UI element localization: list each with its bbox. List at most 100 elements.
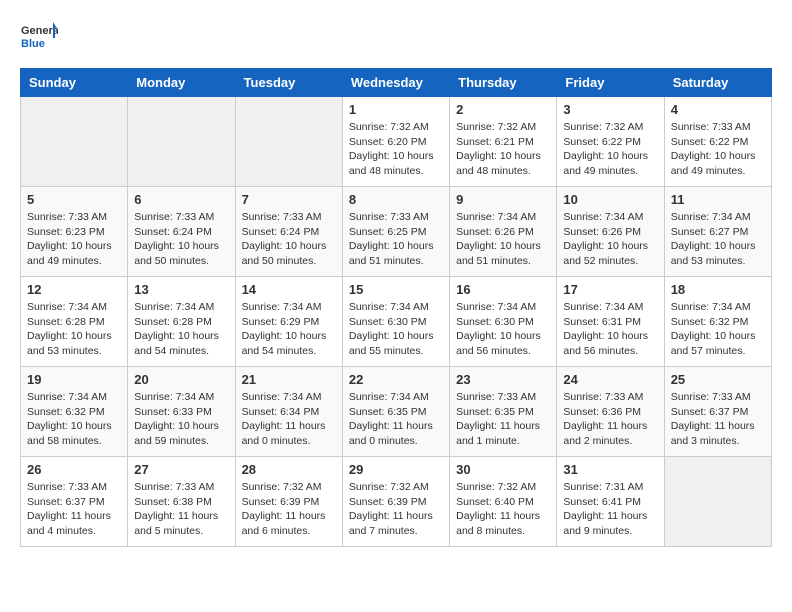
day-number: 29 [349,462,443,477]
calendar-week-1: 1 Sunrise: 7:32 AM Sunset: 6:20 PM Daylig… [21,97,772,187]
calendar-cell: 9 Sunrise: 7:34 AM Sunset: 6:26 PM Daylig… [450,187,557,277]
day-number: 16 [456,282,550,297]
day-info: Sunrise: 7:34 AM Sunset: 6:32 PM Dayligh… [671,300,765,359]
day-number: 28 [242,462,336,477]
calendar-cell: 29 Sunrise: 7:32 AM Sunset: 6:39 PM Dayli… [342,457,449,547]
calendar-cell: 1 Sunrise: 7:32 AM Sunset: 6:20 PM Daylig… [342,97,449,187]
calendar-cell: 22Sunrise: 7:34 AM Sunset: 6:35 PM Dayli… [342,367,449,457]
day-info: Sunrise: 7:34 AM Sunset: 6:28 PM Dayligh… [134,300,228,359]
day-number: 21 [242,372,336,387]
day-number: 5 [27,192,121,207]
day-number: 23 [456,372,550,387]
calendar-week-5: 26Sunrise: 7:33 AM Sunset: 6:37 PM Dayli… [21,457,772,547]
day-info: Sunrise: 7:33 AM Sunset: 6:23 PM Dayligh… [27,210,121,269]
day-info: Sunrise: 7:34 AM Sunset: 6:30 PM Dayligh… [349,300,443,359]
weekday-header-thursday: Thursday [450,69,557,97]
weekday-header-wednesday: Wednesday [342,69,449,97]
calendar-cell: 26Sunrise: 7:33 AM Sunset: 6:37 PM Dayli… [21,457,128,547]
calendar-week-3: 12 Sunrise: 7:34 AM Sunset: 6:28 PM Dayli… [21,277,772,367]
day-info: Sunrise: 7:33 AM Sunset: 6:24 PM Dayligh… [134,210,228,269]
day-number: 24 [563,372,657,387]
day-number: 13 [134,282,228,297]
calendar-week-4: 19 Sunrise: 7:34 AM Sunset: 6:32 PM Dayli… [21,367,772,457]
day-info: Sunrise: 7:34 AM Sunset: 6:29 PM Dayligh… [242,300,336,359]
day-info: Sunrise: 7:32 AM Sunset: 6:39 PM Dayligh… [242,480,336,539]
page-header: General Blue [20,20,772,58]
day-info: Sunrise: 7:34 AM Sunset: 6:34 PM Dayligh… [242,390,336,449]
day-number: 3 [563,102,657,117]
calendar-cell: 5 Sunrise: 7:33 AM Sunset: 6:23 PM Daylig… [21,187,128,277]
calendar-cell: 12 Sunrise: 7:34 AM Sunset: 6:28 PM Dayli… [21,277,128,367]
calendar-cell: 31 Sunrise: 7:31 AM Sunset: 6:41 PM Dayli… [557,457,664,547]
day-info: Sunrise: 7:32 AM Sunset: 6:40 PM Dayligh… [456,480,550,539]
day-info: Sunrise: 7:33 AM Sunset: 6:22 PM Dayligh… [671,120,765,179]
day-info: Sunrise: 7:33 AM Sunset: 6:35 PM Dayligh… [456,390,550,449]
calendar-cell: 17 Sunrise: 7:34 AM Sunset: 6:31 PM Dayli… [557,277,664,367]
calendar-cell: 6 Sunrise: 7:33 AM Sunset: 6:24 PM Daylig… [128,187,235,277]
calendar-cell: 18Sunrise: 7:34 AM Sunset: 6:32 PM Dayli… [664,277,771,367]
day-info: Sunrise: 7:34 AM Sunset: 6:30 PM Dayligh… [456,300,550,359]
weekday-header-row: SundayMondayTuesdayWednesdayThursdayFrid… [21,69,772,97]
day-info: Sunrise: 7:33 AM Sunset: 6:38 PM Dayligh… [134,480,228,539]
day-number: 11 [671,192,765,207]
day-number: 9 [456,192,550,207]
day-info: Sunrise: 7:34 AM Sunset: 6:33 PM Dayligh… [134,390,228,449]
day-number: 30 [456,462,550,477]
day-number: 19 [27,372,121,387]
weekday-header-tuesday: Tuesday [235,69,342,97]
day-number: 8 [349,192,443,207]
weekday-header-saturday: Saturday [664,69,771,97]
weekday-header-friday: Friday [557,69,664,97]
calendar-cell: 19 Sunrise: 7:34 AM Sunset: 6:32 PM Dayli… [21,367,128,457]
calendar-cell: 24Sunrise: 7:33 AM Sunset: 6:36 PM Dayli… [557,367,664,457]
day-number: 7 [242,192,336,207]
day-number: 1 [349,102,443,117]
weekday-header-monday: Monday [128,69,235,97]
day-number: 26 [27,462,121,477]
calendar-cell: 30 Sunrise: 7:32 AM Sunset: 6:40 PM Dayli… [450,457,557,547]
calendar-cell: 8 Sunrise: 7:33 AM Sunset: 6:25 PM Daylig… [342,187,449,277]
day-number: 27 [134,462,228,477]
day-info: Sunrise: 7:31 AM Sunset: 6:41 PM Dayligh… [563,480,657,539]
calendar-cell: 11 Sunrise: 7:34 AM Sunset: 6:27 PM Dayli… [664,187,771,277]
calendar-cell: 25 Sunrise: 7:33 AM Sunset: 6:37 PM Dayli… [664,367,771,457]
calendar-cell: 13 Sunrise: 7:34 AM Sunset: 6:28 PM Dayli… [128,277,235,367]
day-number: 12 [27,282,121,297]
day-info: Sunrise: 7:34 AM Sunset: 6:28 PM Dayligh… [27,300,121,359]
day-info: Sunrise: 7:34 AM Sunset: 6:26 PM Dayligh… [456,210,550,269]
day-number: 25 [671,372,765,387]
calendar-cell: 10Sunrise: 7:34 AM Sunset: 6:26 PM Dayli… [557,187,664,277]
svg-text:General: General [21,25,58,37]
day-info: Sunrise: 7:32 AM Sunset: 6:22 PM Dayligh… [563,120,657,179]
day-info: Sunrise: 7:34 AM Sunset: 6:35 PM Dayligh… [349,390,443,449]
calendar-cell [235,97,342,187]
calendar-table: SundayMondayTuesdayWednesdayThursdayFrid… [20,68,772,547]
logo-svg: General Blue [20,20,58,58]
calendar-cell [664,457,771,547]
day-info: Sunrise: 7:32 AM Sunset: 6:21 PM Dayligh… [456,120,550,179]
logo: General Blue [20,20,58,58]
day-number: 10 [563,192,657,207]
day-number: 2 [456,102,550,117]
day-number: 17 [563,282,657,297]
day-info: Sunrise: 7:33 AM Sunset: 6:37 PM Dayligh… [671,390,765,449]
calendar-cell: 4 Sunrise: 7:33 AM Sunset: 6:22 PM Daylig… [664,97,771,187]
calendar-week-2: 5 Sunrise: 7:33 AM Sunset: 6:23 PM Daylig… [21,187,772,277]
day-info: Sunrise: 7:33 AM Sunset: 6:25 PM Dayligh… [349,210,443,269]
calendar-cell: 7Sunrise: 7:33 AM Sunset: 6:24 PM Daylig… [235,187,342,277]
calendar-cell: 23 Sunrise: 7:33 AM Sunset: 6:35 PM Dayli… [450,367,557,457]
calendar-cell: 28 Sunrise: 7:32 AM Sunset: 6:39 PM Dayli… [235,457,342,547]
day-info: Sunrise: 7:34 AM Sunset: 6:27 PM Dayligh… [671,210,765,269]
day-info: Sunrise: 7:32 AM Sunset: 6:20 PM Dayligh… [349,120,443,179]
day-number: 31 [563,462,657,477]
day-info: Sunrise: 7:34 AM Sunset: 6:31 PM Dayligh… [563,300,657,359]
day-number: 14 [242,282,336,297]
calendar-cell: 3 Sunrise: 7:32 AM Sunset: 6:22 PM Daylig… [557,97,664,187]
day-info: Sunrise: 7:34 AM Sunset: 6:32 PM Dayligh… [27,390,121,449]
day-number: 6 [134,192,228,207]
day-info: Sunrise: 7:32 AM Sunset: 6:39 PM Dayligh… [349,480,443,539]
day-number: 4 [671,102,765,117]
calendar-cell: 2 Sunrise: 7:32 AM Sunset: 6:21 PM Daylig… [450,97,557,187]
calendar-cell [21,97,128,187]
calendar-cell: 27 Sunrise: 7:33 AM Sunset: 6:38 PM Dayli… [128,457,235,547]
